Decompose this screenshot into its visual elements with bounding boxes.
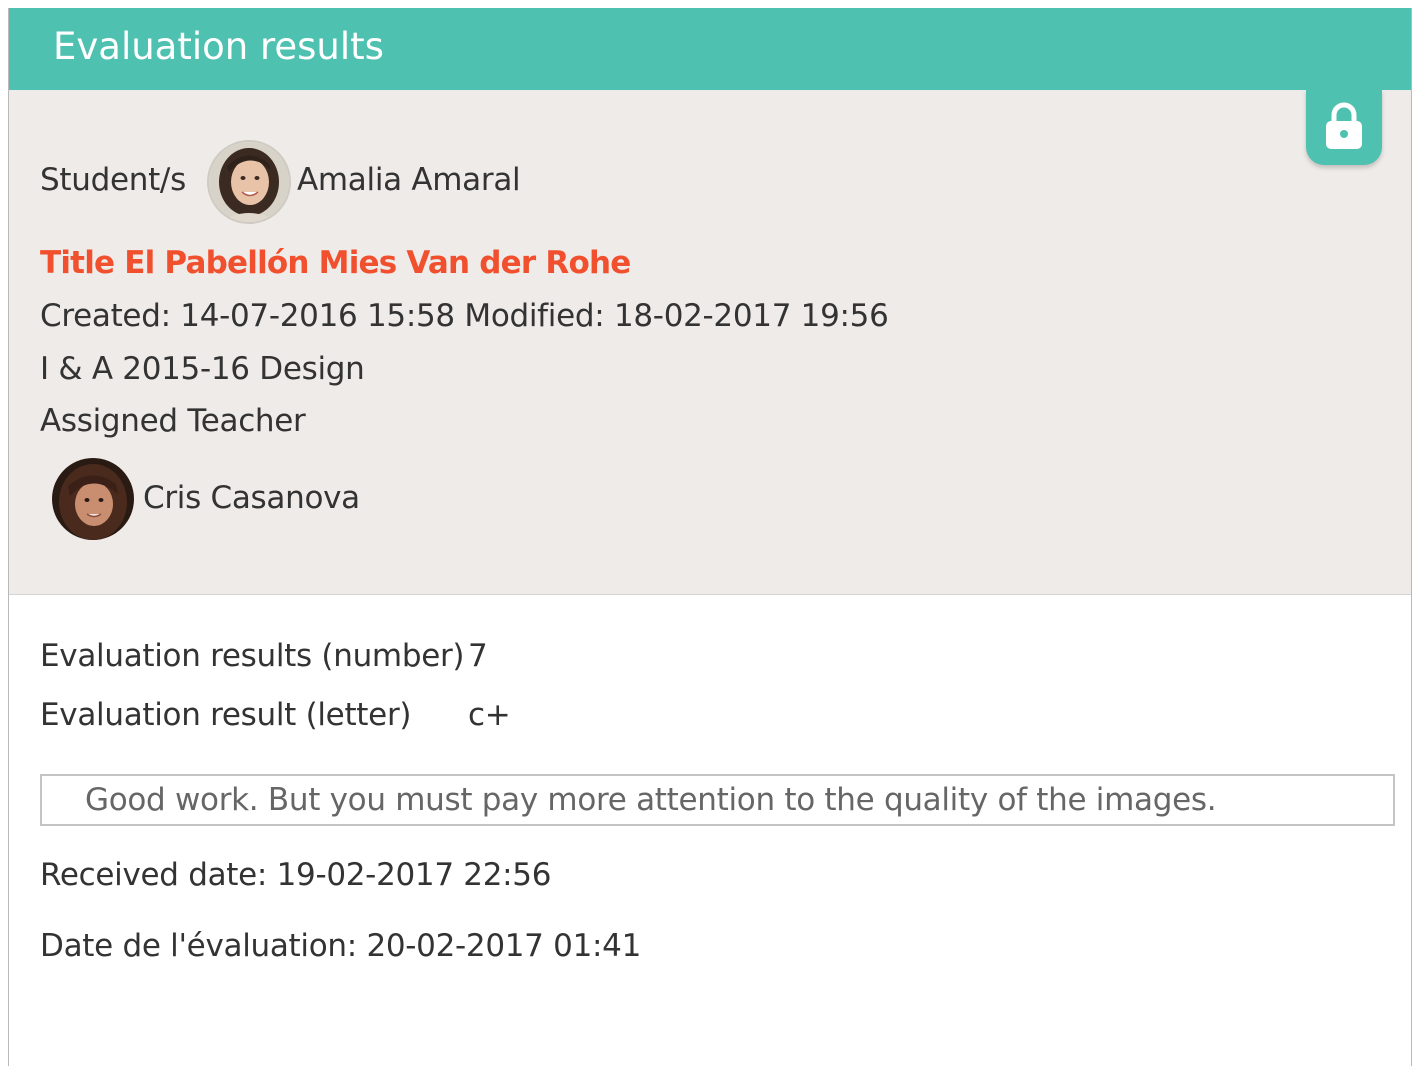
student-name[interactable]: Amalia Amaral — [297, 160, 521, 200]
submission-title: Title El Pabellón Mies Van der Rohe — [40, 245, 631, 281]
evaluation-letter-label: Evaluation result (letter) — [40, 697, 412, 733]
created-modified-dates: Created: 14-07-2016 15:58 Modified: 18-0… — [40, 298, 889, 334]
teacher-name[interactable]: Cris Casanova — [143, 478, 360, 518]
evaluation-comment-box: Good work. But you must pay more attenti… — [40, 774, 1395, 826]
evaluation-number-label: Evaluation results (number) — [40, 638, 465, 674]
student-avatar — [207, 140, 291, 224]
teacher-avatar — [52, 458, 134, 540]
evaluation-comment: Good work. But you must pay more attenti… — [85, 782, 1217, 818]
students-label: Student/s — [40, 162, 186, 198]
evaluation-results-panel: Evaluation results Student/s Amalia Amar… — [8, 8, 1412, 1066]
panel-title: Evaluation results — [53, 25, 384, 68]
lock-button[interactable] — [1306, 89, 1382, 165]
evaluation-date: Date de l'évaluation: 20-02-2017 01:41 — [40, 928, 641, 964]
lock-icon — [1326, 102, 1362, 149]
received-date: Received date: 19-02-2017 22:56 — [40, 857, 552, 893]
assigned-teacher-label: Assigned Teacher — [40, 403, 306, 439]
submission-info-section: Student/s Amalia Amaral Title El Pabelló… — [9, 89, 1411, 595]
evaluation-number-value: 7 — [468, 638, 488, 674]
course-name: I & A 2015-16 Design — [40, 351, 365, 387]
panel-header: Evaluation results — [9, 8, 1411, 90]
evaluation-letter-value: c+ — [468, 697, 511, 733]
